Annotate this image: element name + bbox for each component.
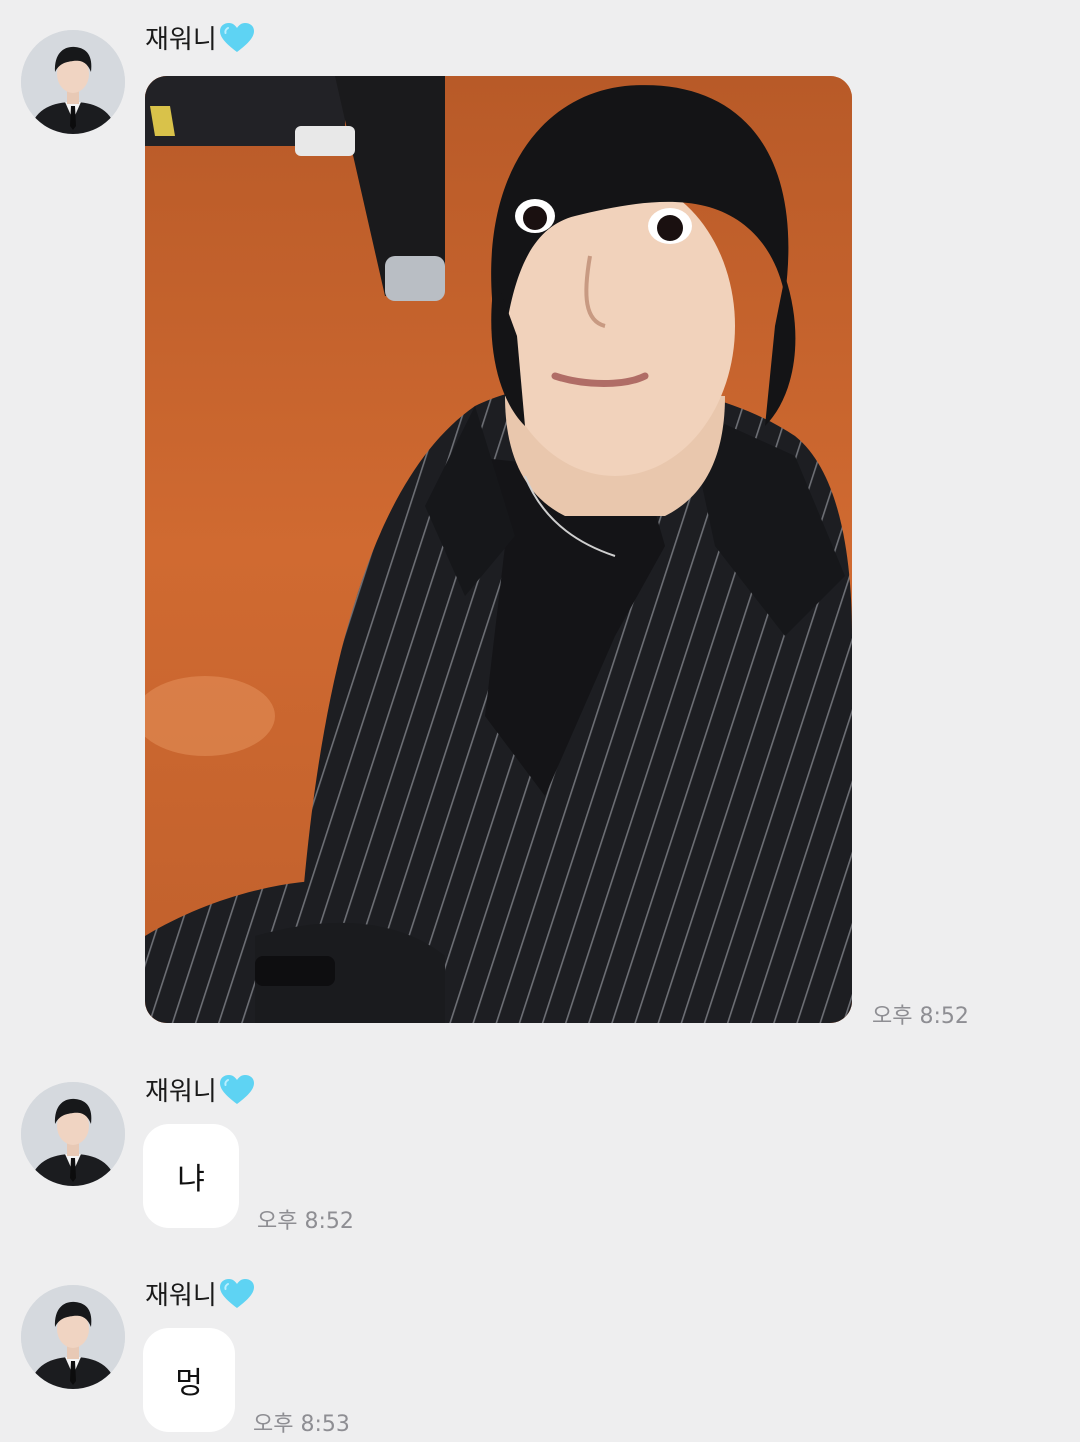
timestamp: 오후 8:52	[257, 1209, 354, 1234]
message-text: 냐	[177, 1162, 205, 1197]
timestamp: 오후 8:53	[253, 1412, 350, 1437]
sender-name: 재워니	[145, 1074, 255, 1110]
avatar-image	[21, 1082, 125, 1186]
message-group: 재워니 멍 오후 8:53	[0, 1264, 1080, 1442]
avatar-image	[21, 30, 125, 134]
avatar[interactable]	[21, 30, 125, 134]
message-text: 멍	[175, 1366, 203, 1401]
message-group: 재워니 오후 8:52	[0, 0, 1080, 1040]
sender-name: 재워니	[145, 1278, 255, 1314]
light-blue-heart-icon	[219, 1279, 254, 1308]
avatar[interactable]	[21, 1285, 125, 1389]
sender-name-text: 재워니	[145, 1077, 217, 1107]
sender-name-text: 재워니	[145, 1281, 217, 1311]
selfie-photo	[145, 76, 852, 1023]
timestamp: 오후 8:52	[872, 1004, 969, 1029]
photo-message[interactable]	[145, 76, 852, 1023]
avatar-image	[21, 1285, 125, 1389]
light-blue-heart-icon	[219, 1075, 254, 1104]
sender-name: 재워니	[145, 22, 255, 58]
chat-room: 재워니 오후 8:52 재워니 냐 오후 8:52 재워니 멍 오후 8:53	[0, 0, 1080, 1442]
avatar[interactable]	[21, 1082, 125, 1186]
light-blue-heart-icon	[219, 23, 254, 52]
message-group: 재워니 냐 오후 8:52	[0, 1060, 1080, 1240]
message-bubble[interactable]: 냐	[143, 1124, 239, 1228]
sender-name-text: 재워니	[145, 25, 217, 55]
message-bubble[interactable]: 멍	[143, 1328, 235, 1432]
